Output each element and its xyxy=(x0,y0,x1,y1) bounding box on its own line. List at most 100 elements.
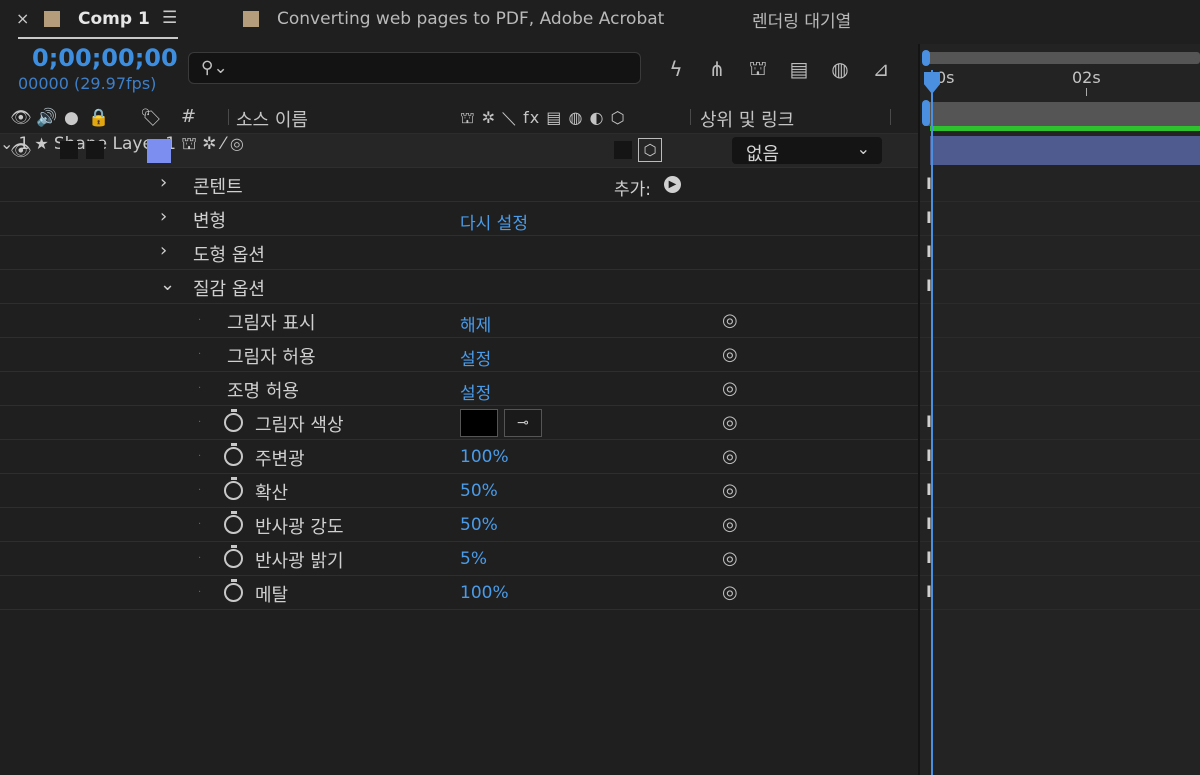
prop-value[interactable]: 해제 xyxy=(460,311,491,336)
prop-value[interactable]: 100% xyxy=(460,447,509,467)
work-area-start-handle[interactable] xyxy=(922,100,930,126)
prop-label: 그림자 색상 xyxy=(255,415,344,436)
column-divider xyxy=(890,109,891,125)
prop-row[interactable]: · 확산 50% ◎ xyxy=(0,474,918,508)
group-row-contents[interactable]: › 콘텐트 추가: ▶ xyxy=(0,168,918,202)
current-time-display[interactable]: 0;00;00;00 xyxy=(32,44,178,72)
timeline-row-line xyxy=(920,337,1200,338)
pickwhip-icon[interactable]: ◎ xyxy=(230,134,244,153)
prop-value[interactable]: 50% xyxy=(460,481,498,501)
work-area-bar[interactable] xyxy=(924,102,1200,126)
comp-swatch-icon xyxy=(243,11,259,27)
pickwhip-icon[interactable]: ◎ xyxy=(722,344,738,365)
tab-converting-label: Converting web pages to PDF, Adobe Acrob… xyxy=(277,9,665,29)
draft-3d-icon[interactable]: ϟ xyxy=(662,55,690,83)
chevron-right-icon[interactable]: › xyxy=(160,206,167,227)
chevron-right-icon[interactable]: › xyxy=(160,240,167,261)
eye-icon[interactable]: 👁 xyxy=(10,108,32,128)
prop-row[interactable]: · 그림자 색상 ⊸ ◎ xyxy=(0,406,918,440)
stopwatch-icon[interactable] xyxy=(224,545,243,568)
prop-value[interactable]: 설정 xyxy=(460,345,491,370)
frame-blending-icon[interactable]: ▤ xyxy=(785,55,813,83)
pickwhip-icon[interactable]: ◎ xyxy=(722,514,738,535)
stopwatch-icon[interactable] xyxy=(224,511,243,534)
number-column-header[interactable]: # xyxy=(181,106,196,127)
tab-converting-web-pages[interactable]: Converting web pages to PDF, Adobe Acrob… xyxy=(243,0,664,38)
pickwhip-icon[interactable]: ◎ xyxy=(722,582,738,603)
property-bullet: · xyxy=(198,315,202,326)
close-tab-icon[interactable]: × xyxy=(16,9,29,28)
3d-layer-cube-icon[interactable]: ⬡ xyxy=(638,138,662,162)
prop-row[interactable]: · 조명 허용 설정 ◎ xyxy=(0,372,918,406)
prop-value[interactable]: 설정 xyxy=(460,379,491,404)
prop-row[interactable]: · 반사광 강도 50% ◎ xyxy=(0,508,918,542)
timeline-row-line xyxy=(920,405,1200,406)
group-row-transform[interactable]: › 변형 다시 설정 xyxy=(0,202,918,236)
chevron-down-icon[interactable]: ⌄ xyxy=(160,274,175,295)
ruler-label-02s: 02s xyxy=(1072,68,1101,87)
reset-link[interactable]: 다시 설정 xyxy=(460,209,528,234)
chevron-down-icon: ⌄ xyxy=(856,139,870,158)
prop-value[interactable]: 100% xyxy=(460,583,509,603)
pickwhip-icon[interactable]: ◎ xyxy=(722,310,738,331)
property-bullet: · xyxy=(198,451,202,462)
prop-value[interactable]: 50% xyxy=(460,515,498,535)
playhead-line[interactable] xyxy=(931,70,933,775)
prop-label: 그림자 표시 xyxy=(227,313,316,334)
group-label: 질감 옵션 xyxy=(193,279,265,300)
eyedropper-icon[interactable]: ⊸ xyxy=(504,409,542,437)
lock-icon[interactable]: 🔒 xyxy=(88,108,109,128)
tab-comp-1[interactable]: Comp 1 xyxy=(44,0,150,38)
audio-toggle[interactable] xyxy=(60,141,78,159)
stopwatch-icon[interactable] xyxy=(224,477,243,500)
prop-row[interactable]: · 메탈 100% ◎ xyxy=(0,576,918,610)
time-navigator-bar[interactable] xyxy=(924,52,1200,64)
pickwhip-icon[interactable]: ◎ xyxy=(722,548,738,569)
group-row-geometry-options[interactable]: › 도형 옵션 xyxy=(0,236,918,270)
stopwatch-icon[interactable] xyxy=(224,409,243,432)
chevron-right-icon[interactable]: › xyxy=(160,172,167,193)
prop-row[interactable]: · 그림자 허용 설정 ◎ xyxy=(0,338,918,372)
layer-label-color[interactable] xyxy=(147,139,171,163)
add-menu-label[interactable]: 추가: xyxy=(614,175,651,200)
layer-duration-bar[interactable] xyxy=(930,136,1200,165)
adjustment-toggle[interactable] xyxy=(614,141,632,159)
pickwhip-icon[interactable]: ◎ xyxy=(722,412,738,433)
stopwatch-icon[interactable] xyxy=(224,443,243,466)
layer-search-input[interactable]: ⚲⌄ xyxy=(188,52,641,84)
group-label: 도형 옵션 xyxy=(193,245,265,266)
solo-icon[interactable]: ● xyxy=(64,108,79,128)
add-play-icon[interactable]: ▶ xyxy=(664,176,681,193)
prop-value[interactable]: 5% xyxy=(460,549,487,569)
motion-blur-icon[interactable]: ◍ xyxy=(826,55,854,83)
switches-column-header[interactable]: ⛫ ✲ ⟍ fx ▤ ◍ ◐ ⬡ xyxy=(460,108,626,129)
pickwhip-icon[interactable]: ◎ xyxy=(722,378,738,399)
pickwhip-icon[interactable]: ◎ xyxy=(722,480,738,501)
prop-label: 반사광 밝기 xyxy=(255,551,344,572)
visibility-eye-icon[interactable]: 👁 xyxy=(10,141,32,161)
graph-editor-icon[interactable]: ⊿ xyxy=(867,55,895,83)
panel-menu-icon[interactable]: ☰ xyxy=(162,8,177,28)
parent-dropdown[interactable]: 없음 ⌄ xyxy=(732,137,882,165)
tab-render-queue[interactable]: 렌더링 대기열 xyxy=(752,0,851,38)
prop-row[interactable]: · 반사광 밝기 5% ◎ xyxy=(0,542,918,576)
label-tag-icon[interactable]: 🏷 xyxy=(140,108,162,128)
frame-rate-display: 00000 (29.97fps) xyxy=(18,74,157,93)
navigator-start-handle[interactable] xyxy=(922,50,930,66)
stopwatch-icon[interactable] xyxy=(224,579,243,602)
shy-icon[interactable]: ⛫ xyxy=(744,55,772,83)
audio-icon[interactable]: 🔊 xyxy=(36,108,57,128)
prop-row[interactable]: · 주변광 100% ◎ xyxy=(0,440,918,474)
parent-link-column-header[interactable]: 상위 및 링크 xyxy=(700,106,794,132)
shadow-color-swatch[interactable] xyxy=(460,409,498,437)
source-name-column-header[interactable]: 소스 이름 xyxy=(236,106,308,132)
group-row-material-options[interactable]: ⌄ 질감 옵션 xyxy=(0,270,918,304)
layer-switches[interactable]: ⛫ ✲ ⁄ xyxy=(181,134,225,154)
prop-label: 주변광 xyxy=(255,449,305,470)
timeline-row-line xyxy=(920,269,1200,270)
prop-row[interactable]: · 그림자 표시 해제 ◎ xyxy=(0,304,918,338)
lock-toggle[interactable] xyxy=(86,141,104,159)
pickwhip-icon[interactable]: ◎ xyxy=(722,446,738,467)
layer-row-shape-layer-1[interactable]: 👁 ⌄ 1 ★ Shape Layer 1 ⛫ ✲ ⁄ ⬡ ◎ 없음 ⌄ xyxy=(0,134,918,168)
flowchart-icon[interactable]: ⋔ xyxy=(703,55,731,83)
